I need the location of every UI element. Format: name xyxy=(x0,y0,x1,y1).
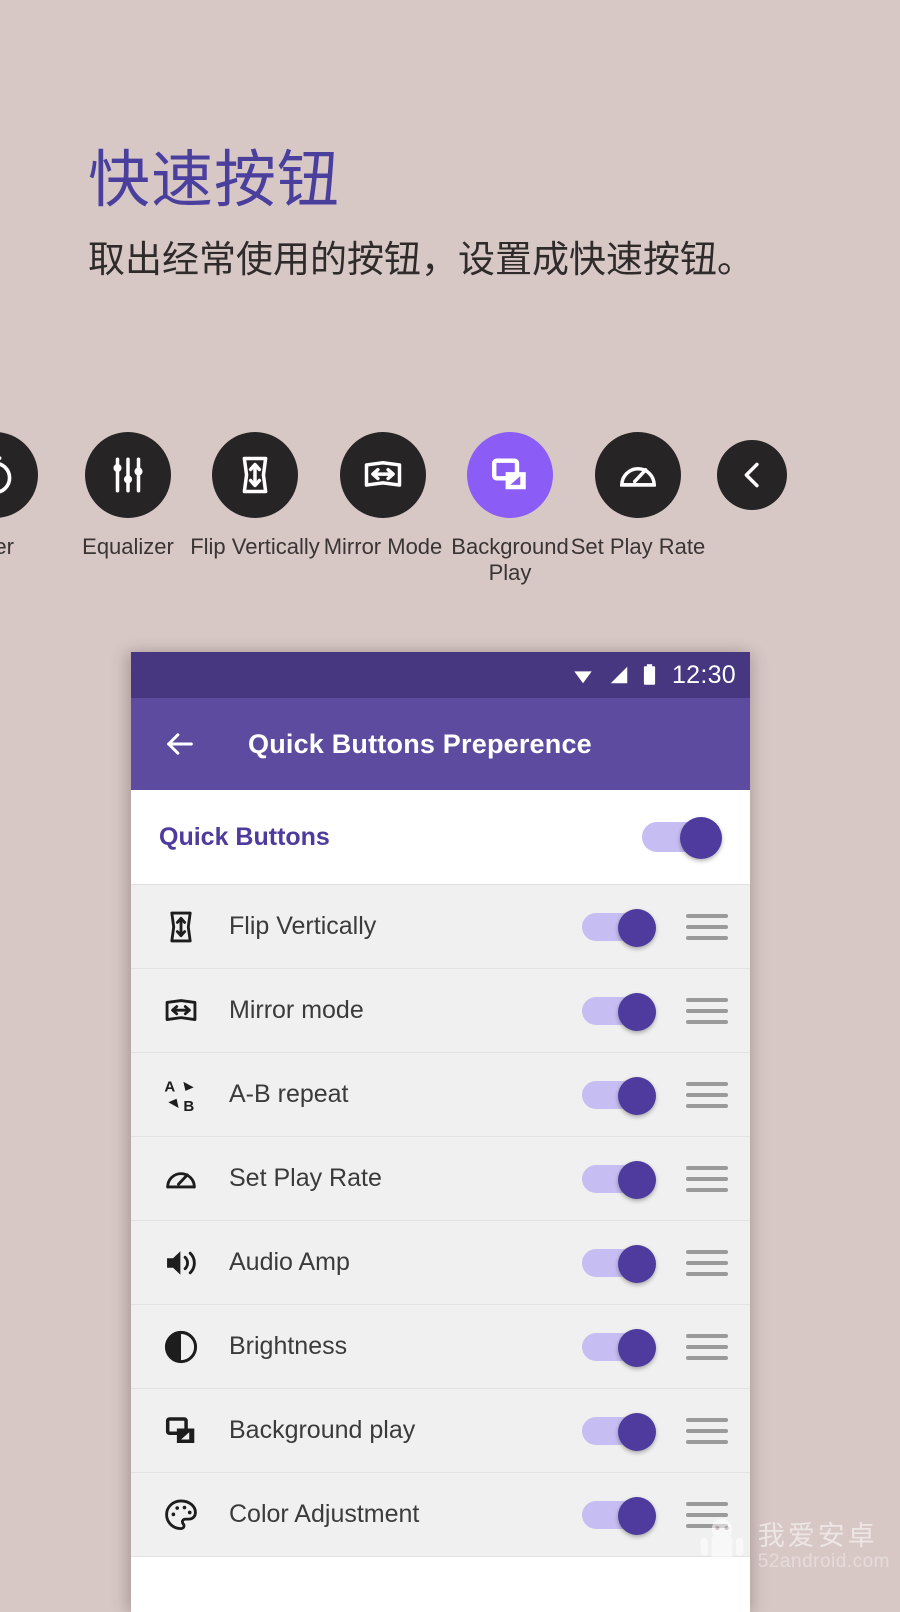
toggle-thumb xyxy=(680,817,722,859)
row-label: Audio Amp xyxy=(229,1248,350,1276)
table-row[interactable]: Color Adjustment xyxy=(131,1473,750,1557)
signal-icon xyxy=(610,666,628,684)
phone-screenshot: 12:30 Quick Buttons Preperence Quick But… xyxy=(131,652,750,1612)
toggle-thumb xyxy=(618,1076,656,1115)
brightness-icon xyxy=(153,1328,209,1366)
row-toggle[interactable] xyxy=(582,1160,660,1199)
page-title: 快速按钮 xyxy=(88,146,341,215)
row-label: A-B repeat xyxy=(229,1080,349,1108)
toggle-thumb xyxy=(618,1328,656,1367)
set-play-rate-icon xyxy=(153,1160,209,1198)
app-bar: Quick Buttons Preperence xyxy=(131,698,750,790)
table-row[interactable]: Set Play Rate xyxy=(131,1137,750,1221)
status-bar-time: 12:30 xyxy=(671,660,736,689)
drag-handle-icon[interactable] xyxy=(686,1249,728,1276)
table-row[interactable]: Mirror mode xyxy=(131,969,750,1053)
quick-buttons-master-row[interactable]: Quick Buttons xyxy=(131,790,750,884)
table-row[interactable]: A B A-B repeat xyxy=(131,1053,750,1137)
toggle-thumb xyxy=(618,992,656,1031)
status-bar: 12:30 xyxy=(131,652,750,698)
row-toggle[interactable] xyxy=(582,1328,660,1367)
app-bar-title: Quick Buttons Preperence xyxy=(248,728,592,759)
row-toggle[interactable] xyxy=(582,908,660,947)
row-label: Set Play Rate xyxy=(229,1164,382,1192)
drag-handle-icon[interactable] xyxy=(686,1165,728,1192)
svg-text:B: B xyxy=(183,1097,194,1113)
carousel-label: Flip Vertically xyxy=(190,534,320,559)
flip-vertically-icon xyxy=(153,908,209,946)
audio-amp-icon xyxy=(153,1244,209,1282)
flip-vertically-icon xyxy=(212,432,298,518)
carousel-label: Mirror Mode xyxy=(323,534,443,559)
color-adjustment-icon xyxy=(153,1496,209,1534)
drag-handle-icon[interactable] xyxy=(686,997,728,1024)
timer-icon xyxy=(0,432,38,518)
row-toggle[interactable] xyxy=(582,1496,660,1535)
set-play-rate-icon xyxy=(595,432,681,518)
drag-handle-icon[interactable] xyxy=(686,1501,728,1528)
toggle-thumb xyxy=(618,1160,656,1199)
svg-text:A: A xyxy=(164,1078,175,1095)
quick-buttons-carousel: mer Equalizer Flip Vertically xyxy=(0,432,900,602)
table-row[interactable]: Flip Vertically xyxy=(131,885,750,969)
quick-buttons-master-label: Quick Buttons xyxy=(159,822,330,851)
toggle-thumb xyxy=(618,908,656,947)
row-label: Color Adjustment xyxy=(229,1500,420,1528)
watermark-en: 52android.com xyxy=(757,1551,890,1573)
background-play-icon xyxy=(467,432,553,518)
table-row[interactable]: Background play xyxy=(131,1389,750,1473)
watermark-cn: 我爱安卓 xyxy=(757,1520,878,1551)
drag-handle-icon[interactable] xyxy=(686,913,728,940)
row-label: Brightness xyxy=(229,1332,348,1360)
carousel-label: mer xyxy=(0,534,14,559)
row-toggle[interactable] xyxy=(582,1076,660,1115)
row-toggle[interactable] xyxy=(582,992,660,1031)
row-label: Flip Vertically xyxy=(229,912,377,940)
background-play-icon xyxy=(153,1412,209,1450)
drag-handle-icon[interactable] xyxy=(686,1081,728,1108)
row-toggle[interactable] xyxy=(582,1412,660,1451)
toggle-thumb xyxy=(618,1244,656,1283)
page-subtitle: 取出经常使用的按钮，设置成快速按钮。 xyxy=(88,239,754,280)
table-row[interactable]: Brightness xyxy=(131,1305,750,1389)
chevron-left-icon xyxy=(717,440,787,510)
wifi-icon xyxy=(574,671,592,684)
toggle-thumb xyxy=(618,1496,656,1535)
row-toggle[interactable] xyxy=(582,1244,660,1283)
carousel-item-back[interactable] xyxy=(672,432,832,526)
back-arrow-icon[interactable] xyxy=(159,723,201,765)
mirror-mode-icon xyxy=(153,992,209,1030)
row-label: Background play xyxy=(229,1416,416,1444)
table-row[interactable]: Audio Amp xyxy=(131,1221,750,1305)
drag-handle-icon[interactable] xyxy=(686,1333,728,1360)
carousel-label: Equalizer xyxy=(82,534,174,559)
mirror-mode-icon xyxy=(340,432,426,518)
quick-buttons-master-toggle[interactable] xyxy=(642,817,724,859)
battery-icon xyxy=(643,664,656,685)
drag-handle-icon[interactable] xyxy=(686,1417,728,1444)
toggle-thumb xyxy=(618,1412,656,1451)
equalizer-icon xyxy=(85,432,171,518)
ab-repeat-icon: A B xyxy=(153,1076,209,1113)
row-label: Mirror mode xyxy=(229,996,364,1024)
carousel-label: Set Play Rate xyxy=(570,534,706,559)
quick-buttons-list: Flip Vertically Mirror mode A B A-B repe… xyxy=(131,884,750,1557)
